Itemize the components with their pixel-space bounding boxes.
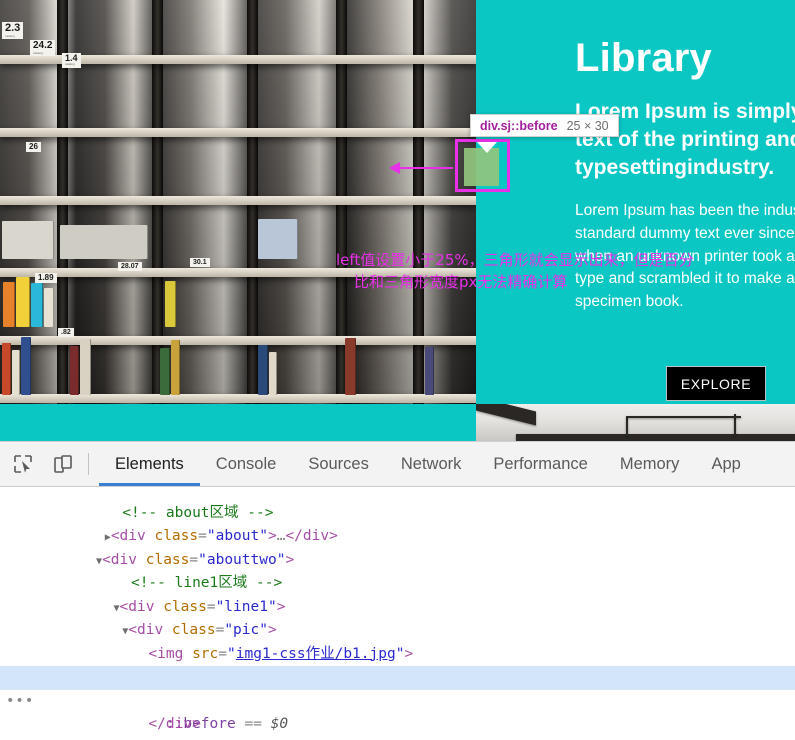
devtools-panel: Elements Console Sources Network Perform… — [0, 441, 795, 739]
tree-line-sj[interactable]: ▼<div class="sj"> — [0, 643, 795, 667]
shelf-label: .82 — [58, 328, 74, 337]
tree-line-close-sj[interactable]: </div> — [0, 690, 795, 714]
tree-line-next-partial[interactable]: ▶<div class="wz">…</div> — [0, 737, 795, 740]
shelf-label: 30.1 — [190, 258, 210, 267]
inspector-tooltip: div.sj::before 25 × 30 — [470, 114, 619, 137]
tab-sources[interactable]: Sources — [292, 442, 385, 486]
tab-console[interactable]: Console — [200, 442, 293, 486]
annotation-arrow-head — [389, 162, 400, 174]
device-toolbar-icon[interactable] — [46, 447, 80, 481]
devtools-tabs: Elements Console Sources Network Perform… — [99, 442, 757, 486]
tree-line-close-pic[interactable]: </div> — [0, 713, 795, 737]
dom-tree[interactable]: <!-- about区域 --> ▶<div class="about">…</… — [0, 487, 795, 740]
tree-line-img[interactable]: <img src="img1-css作业/b1.jpg"> — [0, 619, 795, 643]
tree-line-line1[interactable]: ▼<div class="line1"> — [0, 572, 795, 596]
tooltip-selector: div.sj::before — [480, 119, 558, 133]
shelf-label: 24.2catalog — [30, 40, 55, 56]
tree-line-abouttwo[interactable]: ▼<div class="abouttwo"> — [0, 525, 795, 549]
tab-network[interactable]: Network — [385, 442, 478, 486]
shelf-label: 1.89 — [35, 273, 57, 283]
page-title: Library — [575, 36, 712, 81]
annotation-text: left值设置小于25%，三角形就会显示出来，但是百分 比和三角形宽度px无法精… — [336, 250, 795, 294]
toolbar-divider — [88, 453, 89, 475]
triangle-notch — [477, 142, 497, 153]
inspect-element-icon[interactable] — [6, 447, 40, 481]
explore-button[interactable]: EXPLORE — [666, 366, 766, 401]
shelf-label: 28.07 — [118, 262, 142, 271]
library-panel: Library Lorem Ipsum is simply dummy text… — [476, 0, 795, 404]
shelf-label: 2.3catalog — [2, 22, 23, 39]
lower-photo — [476, 404, 795, 441]
tab-memory[interactable]: Memory — [604, 442, 696, 486]
annotation-arrow-line — [397, 167, 453, 169]
page-viewport: 2.3catalog 24.2catalog 1.4catalog 26 1.8… — [0, 0, 795, 441]
tree-line-about[interactable]: ▶<div class="about">…</div> — [0, 502, 795, 526]
shelf-label: 26 — [26, 142, 41, 152]
tree-line-comment-about[interactable]: <!-- about区域 --> — [0, 487, 795, 502]
tree-line-before-selected[interactable]: ••• ::before == $0 — [0, 666, 795, 690]
annotation-line-1: left值设置小于25%，三角形就会显示出来，但是百分 — [336, 250, 795, 272]
devtools-toolbar: Elements Console Sources Network Perform… — [0, 442, 795, 487]
teal-band — [0, 404, 476, 441]
shelf-label: 1.4catalog — [62, 53, 81, 68]
tab-performance[interactable]: Performance — [477, 442, 603, 486]
tooltip-dimensions: 25 × 30 — [567, 119, 609, 133]
tab-elements[interactable]: Elements — [99, 442, 200, 486]
tree-line-pic[interactable]: ▼<div class="pic"> — [0, 596, 795, 620]
tab-application[interactable]: App — [695, 442, 756, 486]
library-photo: 2.3catalog 24.2catalog 1.4catalog 26 1.8… — [0, 0, 476, 404]
panel-lead-text: Lorem Ipsum is simply dummy text of the … — [575, 98, 795, 182]
tree-line-comment-line1[interactable]: <!-- line1区域 --> — [0, 549, 795, 573]
annotation-line-2: 比和三角形宽度px无法精确计算 — [354, 272, 795, 294]
